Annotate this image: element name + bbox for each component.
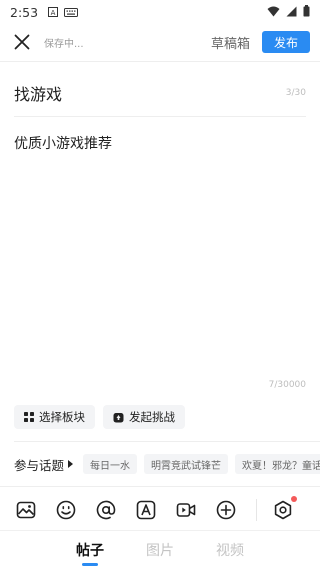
topic-chip[interactable]: 欢夏！邪龙？童话区 xyxy=(235,454,320,474)
topic-chip[interactable]: 明霄竞武试锋芒 xyxy=(144,454,229,474)
mention-icon xyxy=(96,500,116,520)
tab-post-label: 帖子 xyxy=(76,543,104,559)
tab-video[interactable]: 视频 xyxy=(195,531,265,569)
wifi-icon xyxy=(267,5,280,20)
status-time: 2:53 xyxy=(10,4,39,20)
emoji-button[interactable] xyxy=(54,498,78,522)
drafts-button[interactable]: 草稿箱 xyxy=(211,33,250,52)
grid-icon xyxy=(24,412,34,422)
tab-video-label: 视频 xyxy=(216,543,244,559)
select-section-button[interactable]: 选择板块 xyxy=(14,405,95,429)
active-tab-indicator xyxy=(82,563,98,566)
challenge-icon xyxy=(113,412,124,422)
publish-button[interactable]: 发布 xyxy=(262,31,310,53)
insert-image-button[interactable] xyxy=(14,498,38,522)
body-char-count: 7/30000 xyxy=(268,380,306,390)
options-divider xyxy=(14,441,320,442)
editor-header: 保存中... 草稿箱 发布 xyxy=(0,24,320,60)
post-settings-button[interactable] xyxy=(271,496,297,522)
app-notification-icon: A xyxy=(48,5,59,20)
svg-text:A: A xyxy=(51,9,56,17)
saving-status: 保存中... xyxy=(44,38,84,50)
header-divider xyxy=(0,61,320,62)
add-more-button[interactable] xyxy=(214,498,238,522)
emoji-icon xyxy=(56,500,76,520)
topic-label[interactable]: 参与话题 xyxy=(14,455,64,474)
tab-images-label: 图片 xyxy=(146,543,174,559)
image-icon xyxy=(16,501,36,519)
title-input[interactable]: 找游戏 xyxy=(14,81,62,105)
close-icon xyxy=(14,34,30,50)
text-format-button[interactable] xyxy=(134,498,158,522)
insert-video-button[interactable] xyxy=(174,498,198,522)
settings-icon xyxy=(274,500,292,520)
status-bar: 2:53 A xyxy=(0,0,320,24)
topic-chip[interactable]: 每日一水 xyxy=(83,454,138,474)
title-divider xyxy=(14,116,306,117)
start-challenge-label: 发起挑战 xyxy=(129,410,175,424)
notification-dot xyxy=(291,496,297,502)
editor-toolbar xyxy=(0,494,320,526)
signal-icon xyxy=(286,5,297,20)
add-icon xyxy=(216,500,236,520)
mention-button[interactable] xyxy=(94,498,118,522)
toolbar-separator xyxy=(256,499,257,521)
tab-images[interactable]: 图片 xyxy=(125,531,195,569)
text-format-icon xyxy=(136,500,156,520)
title-char-count: 3/30 xyxy=(285,88,306,98)
select-section-label: 选择板块 xyxy=(39,410,85,424)
content-type-tabs: 帖子 图片 视频 xyxy=(0,530,320,569)
keyboard-icon xyxy=(64,5,79,20)
battery-icon xyxy=(303,4,310,20)
topic-row: 参与话题 每日一水 明霄竞武试锋芒 欢夏！邪龙？童话区 xyxy=(0,452,320,476)
caret-right-icon xyxy=(68,460,74,468)
start-challenge-button[interactable]: 发起挑战 xyxy=(103,405,185,429)
post-options: 选择板块 发起挑战 xyxy=(14,405,185,429)
toolbar-divider xyxy=(0,486,320,487)
video-icon xyxy=(176,503,196,517)
close-button[interactable] xyxy=(10,30,34,54)
title-field[interactable]: 找游戏 3/30 xyxy=(0,70,320,116)
tab-post[interactable]: 帖子 xyxy=(55,531,125,569)
body-input[interactable]: 优质小游戏推荐 xyxy=(14,133,112,153)
